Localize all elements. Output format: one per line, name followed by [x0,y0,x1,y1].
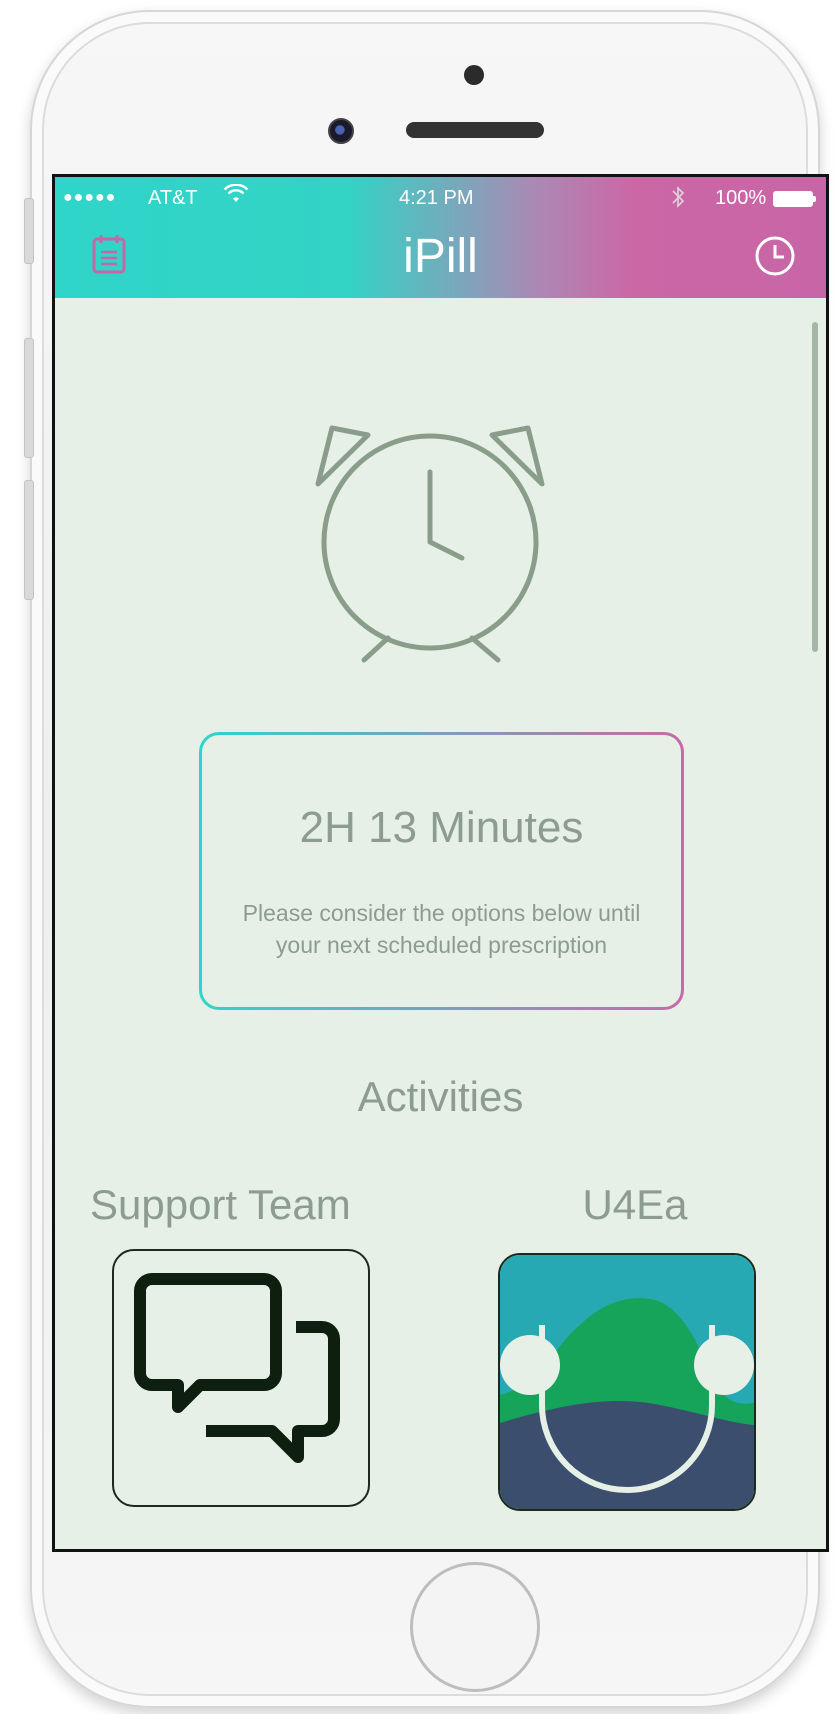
front-camera [328,118,354,144]
scrollbar[interactable] [812,322,818,652]
bluetooth-icon [670,185,686,215]
countdown-message: Please consider the options below until … [242,900,641,958]
u4ea-tile[interactable] [498,1253,756,1511]
mute-switch [24,198,34,264]
volume-up-button [24,338,34,458]
home-button[interactable] [410,1562,540,1692]
countdown-remaining: 2H 13 Minutes [299,803,584,852]
battery-percentage: 100% [715,187,767,209]
proximity-sensor [464,65,484,85]
carrier-name: AT&T [148,187,198,209]
headphones-landscape-icon [500,1255,754,1509]
support-team-label: Support Team [90,1181,351,1228]
top-bar: ●●●●● AT&T 4:21 PM 100% iPill [55,177,826,298]
volume-down-button [24,480,34,600]
chat-bubbles-icon [134,1273,340,1463]
battery-icon [773,191,816,207]
u4ea-label: U4Ea [582,1181,688,1228]
countdown-card: 2H 13 Minutes Please consider the option… [199,732,684,1010]
app-screen: ●●●●● AT&T 4:21 PM 100% iPill 2H 13 Minu… [52,174,829,1552]
support-team-tile[interactable] [112,1249,370,1507]
app-title: iPill [403,230,478,283]
activities-heading: Activities [357,1073,524,1120]
alarm-clock-icon [280,402,580,702]
wifi-icon [223,183,249,211]
signal-strength: ●●●●● [63,189,117,206]
earpiece-speaker [406,122,544,138]
clock-icon[interactable] [752,233,798,279]
status-time: 4:21 PM [399,187,474,209]
